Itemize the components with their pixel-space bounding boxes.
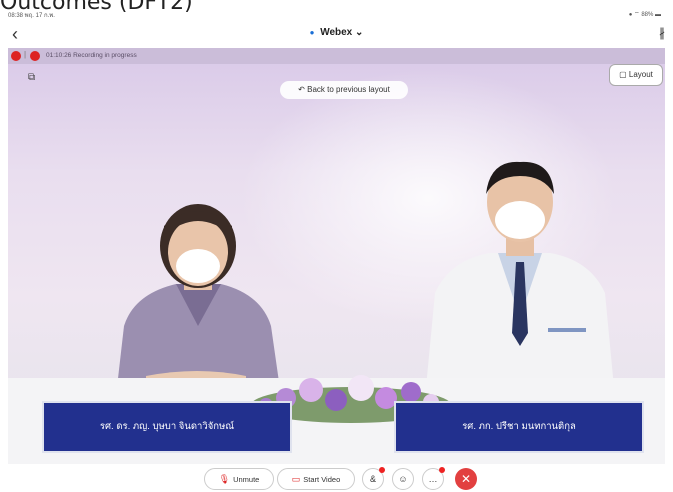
layout-label: Layout — [628, 70, 653, 79]
back-to-previous-layout-button[interactable]: ↶ Back to previous layout — [280, 81, 408, 99]
picture-in-picture-icon[interactable]: ⧉ — [28, 72, 35, 83]
participants-icon: & — [369, 474, 376, 484]
reactions-button[interactable]: ☺ — [392, 468, 414, 490]
layout-icon: ▢ — [619, 70, 627, 79]
more-icon: … — [428, 474, 438, 484]
record-icon — [30, 51, 40, 61]
webex-logo-icon: ● — [309, 28, 315, 37]
back-arrow-icon: ↶ — [298, 85, 305, 94]
battery-indicator: ● ⌔ 88% ▬ — [628, 12, 661, 18]
app-titlebar: ‹ ● Webex ⌄ ∦ — [0, 20, 673, 48]
participants-button[interactable]: & — [362, 467, 385, 490]
unmute-button[interactable]: 🎙 Unmute — [204, 468, 274, 490]
chevron-down-icon: ⌄ — [355, 27, 364, 38]
unmute-label: Unmute — [233, 475, 260, 484]
notification-dot — [379, 467, 385, 473]
smiley-icon: ☺ — [398, 474, 408, 484]
video-off-icon: ▭ — [291, 474, 301, 484]
alert-icon[interactable] — [11, 51, 21, 61]
meeting-controls: 🎙 Unmute ▭ Start Video & ☺ … ✕ — [0, 464, 673, 492]
close-icon: ✕ — [460, 472, 472, 486]
meeting-title-dropdown[interactable]: ● Webex ⌄ — [0, 27, 673, 38]
mic-muted-icon: 🎙 — [218, 474, 231, 484]
start-video-label: Start Video — [303, 475, 341, 484]
end-call-button[interactable]: ✕ — [455, 468, 477, 490]
recording-separator: | — [24, 50, 27, 59]
start-video-button[interactable]: ▭ Start Video — [277, 468, 355, 490]
video-stage: | 01:10:26 Recording in progress ⧉ ↶ Bac… — [8, 48, 665, 464]
device-status-bar: 08:38 พฤ. 17 ก.พ. ● ⌔ 88% ▬ — [0, 9, 673, 19]
bluetooth-icon: ∦ — [659, 26, 665, 40]
more-options-button[interactable]: … — [422, 467, 445, 490]
more-notification-dot — [439, 467, 445, 473]
nameplate-left: รศ. ดร. ภญ. บุษบา จินดาวิจักษณ์ — [42, 401, 292, 453]
status-time: 08:38 พฤ. 17 ก.พ. — [8, 13, 55, 19]
recording-status: 01:10:26 Recording in progress — [46, 52, 137, 59]
nameplate-right: รศ. ภก. ปรีชา มนทกานติกุล — [394, 401, 644, 453]
recording-bar: | 01:10:26 Recording in progress — [8, 48, 665, 64]
back-layout-label: Back to previous layout — [307, 85, 390, 94]
layout-button[interactable]: ▢ Layout — [609, 64, 663, 86]
app-title: Webex — [320, 27, 353, 38]
